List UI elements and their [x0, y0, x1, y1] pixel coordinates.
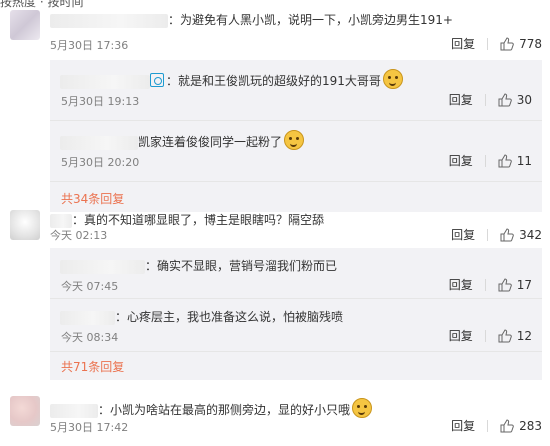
like-count: 12	[516, 328, 532, 343]
sort-options[interactable]: 按热度 · 按时间	[0, 0, 120, 9]
comment-text: ：为避免有人黑小凯，说明一下，小凯旁边男生191+	[168, 13, 453, 27]
reply-button[interactable]: 回复	[449, 91, 473, 108]
reply-time: 5月30日 19:13	[61, 95, 140, 108]
more-replies-link[interactable]: 共34条回复	[61, 190, 124, 207]
reply-time: 5月30日 20:20	[61, 156, 140, 169]
avatar[interactable]	[10, 210, 40, 240]
like-button[interactable]: 11	[498, 154, 532, 168]
like-button[interactable]: 342	[500, 228, 542, 242]
thumbs-up-icon	[500, 227, 514, 241]
comment-text: ：真的不知道哪显眼了，博主是眼瞎吗？隔空舔	[72, 213, 325, 227]
divider	[487, 228, 489, 241]
like-count: 778	[519, 36, 542, 51]
like-count: 283	[519, 418, 542, 433]
like-count: 17	[516, 277, 532, 292]
divider	[484, 93, 486, 106]
username[interactable]	[50, 213, 72, 228]
thumbs-up-icon	[498, 153, 512, 167]
like-count: 342	[519, 227, 542, 242]
reply-time: 今天 07:45	[61, 280, 119, 293]
divider	[487, 37, 489, 50]
divider	[484, 154, 486, 167]
reply-button[interactable]: 回复	[449, 276, 473, 293]
avatar[interactable]	[10, 396, 40, 426]
like-button[interactable]: 283	[500, 419, 542, 433]
reply-item: ：确实不显眼，营销号溜我们粉而已 今天 07:45 回复 17	[50, 248, 542, 299]
like-button[interactable]: 12	[498, 329, 532, 343]
reply-list: ：就是和王俊凯玩的超级好的191大哥哥 5月30日 19:13 回复 30 凯家…	[50, 60, 542, 212]
thumbs-up-icon	[498, 328, 512, 342]
laugh-emoji-icon	[352, 398, 373, 418]
pray-emoji-icon	[284, 130, 305, 150]
more-replies: 共71条回复	[50, 352, 542, 380]
member-badge-icon	[150, 73, 164, 87]
reply-time: 今天 08:34	[61, 331, 119, 344]
avatar[interactable]	[10, 10, 40, 40]
comment-time: 今天 02:13	[50, 229, 108, 242]
comment-text: ：小凯为啥站在最高的那侧旁边，显的好小只哦	[98, 403, 351, 417]
like-count: 11	[516, 153, 532, 168]
reply-item: 凯家连着俊俊同学一起粉了 5月30日 20:20 回复 11	[50, 121, 542, 182]
thumbs-up-icon	[498, 277, 512, 291]
divider	[484, 278, 486, 291]
thumbs-up-icon	[500, 36, 514, 50]
comment-time: 5月30日 17:36	[50, 39, 129, 52]
username[interactable]	[60, 310, 115, 325]
reply-text: ：确实不显眼，营销号溜我们粉而已	[145, 259, 338, 273]
username[interactable]	[50, 13, 168, 28]
smile-emoji-icon	[382, 69, 403, 89]
thumbs-up-icon	[498, 92, 512, 106]
divider	[487, 419, 489, 432]
username[interactable]	[60, 74, 150, 89]
reply-button[interactable]: 回复	[451, 226, 475, 243]
reply-list: ：确实不显眼，营销号溜我们粉而已 今天 07:45 回复 17 ：心疼层主，我也…	[50, 248, 542, 380]
comment-time: 5月30日 17:42	[50, 421, 129, 434]
divider	[484, 329, 486, 342]
reply-button[interactable]: 回复	[451, 417, 475, 434]
thumbs-up-icon	[500, 418, 514, 432]
reply-text: ：就是和王俊凯玩的超级好的191大哥哥	[166, 74, 381, 88]
reply-item: ：心疼层主，我也准备这么说，怕被脑残喷 今天 08:34 回复 12	[50, 299, 542, 352]
like-button[interactable]: 17	[498, 278, 532, 292]
reply-text: ：心疼层主，我也准备这么说，怕被脑残喷	[115, 310, 344, 324]
more-replies-link[interactable]: 共71条回复	[61, 358, 124, 375]
like-count: 30	[516, 92, 532, 107]
reply-button[interactable]: 回复	[449, 327, 473, 344]
reply-button[interactable]: 回复	[451, 35, 475, 52]
username[interactable]	[50, 403, 98, 418]
reply-button[interactable]: 回复	[449, 152, 473, 169]
like-button[interactable]: 778	[500, 37, 542, 51]
reply-item: ：就是和王俊凯玩的超级好的191大哥哥 5月30日 19:13 回复 30	[50, 60, 542, 121]
username[interactable]	[60, 259, 145, 274]
more-replies: 共34条回复	[50, 182, 542, 212]
username[interactable]	[60, 135, 138, 150]
like-button[interactable]: 30	[498, 93, 532, 107]
reply-text: 凯家连着俊俊同学一起粉了	[138, 135, 283, 149]
